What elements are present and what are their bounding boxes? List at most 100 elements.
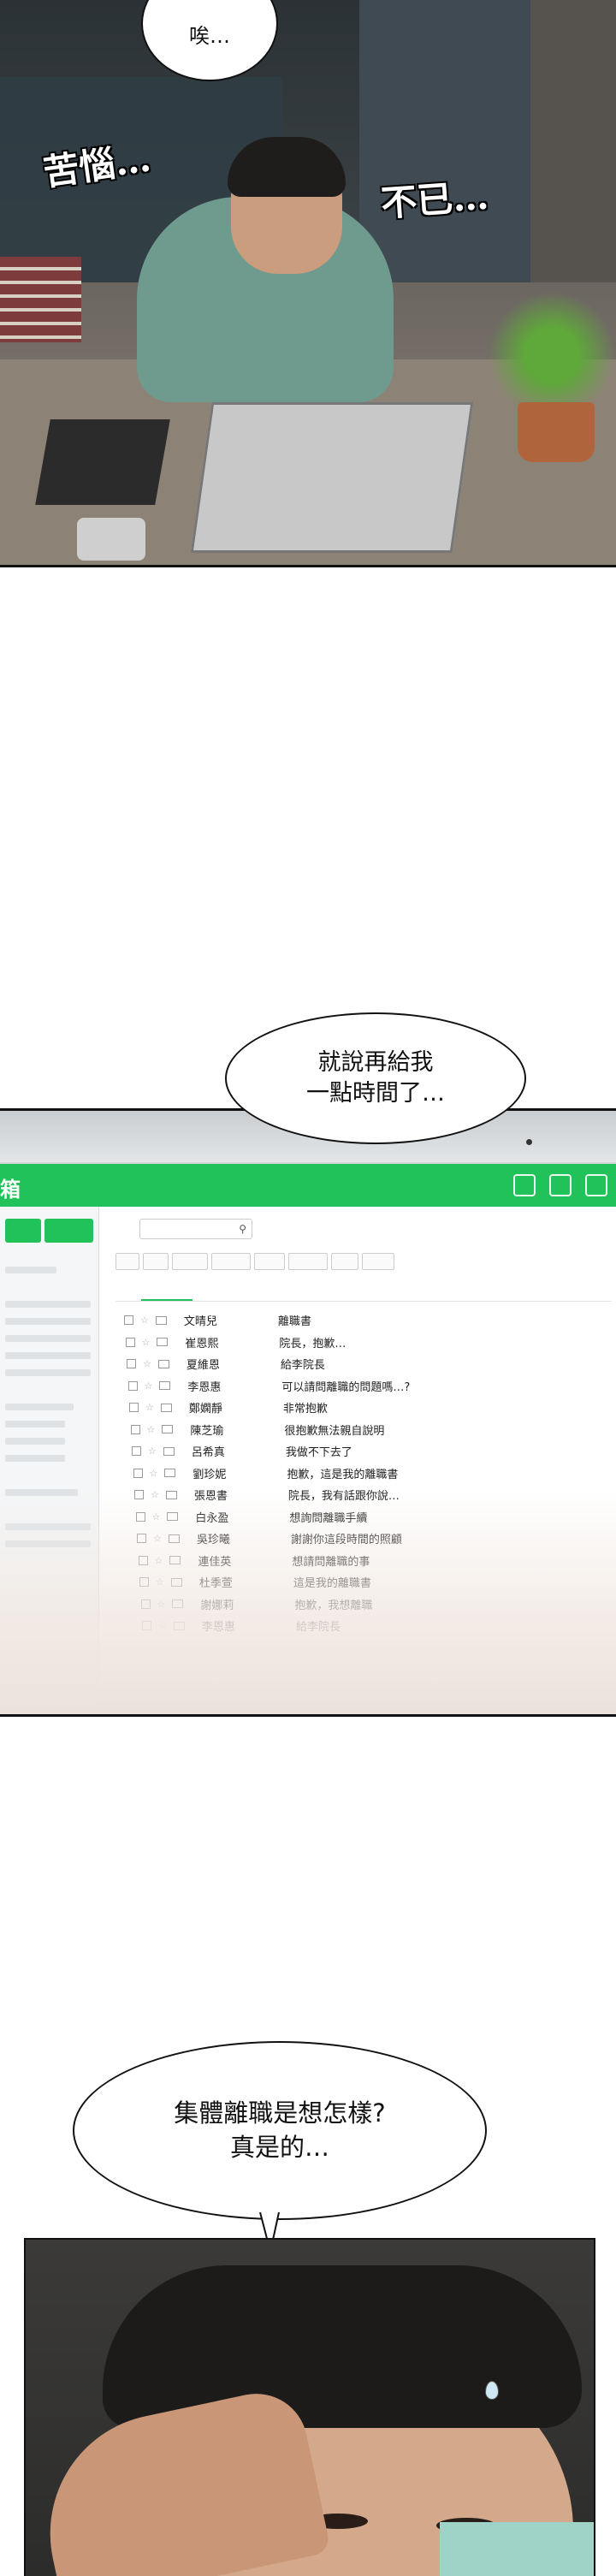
bed <box>359 0 556 308</box>
star-icon[interactable]: ☆ <box>142 1337 151 1348</box>
filter-chip[interactable] <box>172 1253 208 1270</box>
mail-sender: 崔恩熙 <box>185 1337 219 1350</box>
sidebar-row[interactable] <box>5 1352 91 1359</box>
tab-inbox-active[interactable] <box>141 1282 192 1301</box>
mail-row[interactable]: ☆ 文晴兒 離職書 <box>124 1309 603 1332</box>
sidebar-row[interactable] <box>5 1438 65 1445</box>
mail-subject[interactable]: 離職書 <box>278 1312 311 1328</box>
header-icons <box>513 1174 607 1196</box>
envelope-icon <box>162 1425 174 1434</box>
sidebar-row[interactable] <box>5 1335 91 1342</box>
mail-subject[interactable]: 抱歉，這是我的離職書 <box>287 1465 398 1481</box>
envelope-icon <box>157 1338 169 1347</box>
panel-3-closeup <box>24 2238 595 2576</box>
mail-header: 箱 <box>0 1164 616 1207</box>
sidebar-row[interactable] <box>5 1404 74 1410</box>
sidebar-row[interactable] <box>5 1318 91 1325</box>
filter-chip[interactable] <box>211 1253 251 1270</box>
mail-subject[interactable]: 院長，抱歉… <box>279 1334 346 1350</box>
sidebar-row[interactable] <box>5 1421 65 1427</box>
sigh-text: 唉… <box>189 24 230 49</box>
mail-sender: 夏維恩 <box>186 1359 220 1373</box>
mail-check-icon[interactable] <box>513 1174 536 1196</box>
row-checkbox[interactable] <box>130 1424 140 1434</box>
trash-icon[interactable] <box>549 1174 572 1196</box>
mail-subject[interactable]: 非常抱歉 <box>283 1399 328 1416</box>
row-checkbox[interactable] <box>132 1446 141 1457</box>
speech2-line2: 一點時間了… <box>306 1080 445 1107</box>
mail-subject[interactable]: 可以請問離職的問題嗎…? <box>281 1378 410 1394</box>
sweat-drop <box>485 2381 499 2400</box>
speech-bubble-group-resign: 集體離職是想怎樣? 真是的… <box>73 2041 487 2220</box>
star-icon[interactable]: ☆ <box>145 1402 154 1413</box>
filter-chip[interactable] <box>143 1253 169 1270</box>
speech-bubble-sigh: 唉… <box>141 0 278 81</box>
mail-sender: 鄭嫻靜 <box>188 1403 222 1416</box>
list-icon[interactable] <box>585 1174 607 1196</box>
mail-title: 箱 <box>0 1178 21 1202</box>
filter-chip[interactable] <box>288 1253 328 1270</box>
hand-on-forehead <box>27 2383 332 2576</box>
star-icon[interactable]: ☆ <box>143 1358 151 1369</box>
search-icon[interactable]: ⚲ <box>239 1223 246 1235</box>
star-icon[interactable]: ☆ <box>140 1315 149 1326</box>
sfx-endless: 不已… <box>379 175 490 225</box>
filter-chip[interactable] <box>254 1253 285 1270</box>
mail-row[interactable]: ☆ 鄭嫻靜 非常抱歉 <box>124 1397 603 1419</box>
star-icon[interactable]: ☆ <box>148 1445 157 1457</box>
mail-sender: 李恩惠 <box>187 1380 222 1394</box>
pen-holder <box>77 518 145 561</box>
laptop <box>190 402 474 553</box>
mail-subject[interactable]: 給李院長 <box>281 1356 325 1372</box>
star-icon[interactable]: ☆ <box>145 1380 153 1392</box>
mail-sender: 文晴兒 <box>183 1315 217 1329</box>
mail-row[interactable]: ☆ 呂希真 我做不下去了 <box>124 1440 603 1463</box>
row-checkbox[interactable] <box>127 1359 136 1369</box>
sidebar-row[interactable] <box>5 1301 91 1308</box>
row-checkbox[interactable] <box>133 1468 143 1478</box>
mail-toolbar: ⚲ <box>116 1219 612 1241</box>
envelope-icon <box>164 1469 176 1478</box>
man-hair-closeup <box>103 2265 582 2428</box>
mail-subject[interactable]: 我做不下去了 <box>286 1443 352 1459</box>
mail-tabs <box>116 1282 612 1302</box>
envelope-icon <box>159 1381 171 1391</box>
search-input[interactable]: ⚲ <box>139 1219 252 1239</box>
sidebar-row[interactable] <box>5 1455 65 1462</box>
star-icon[interactable]: ☆ <box>150 1468 158 1479</box>
mail-row[interactable]: ☆ 李恩惠 可以請問離職的問題嗎…? <box>124 1375 603 1398</box>
write-self-button[interactable] <box>44 1219 93 1243</box>
filter-chip[interactable] <box>362 1253 394 1270</box>
plant-leaves <box>488 291 616 419</box>
mail-row[interactable]: ☆ 陳芝瑜 很抱歉無法親自說明 <box>124 1419 603 1441</box>
mouse-pad <box>35 419 170 505</box>
envelope-icon <box>160 1403 172 1412</box>
screen-glare <box>0 1492 616 1714</box>
speech-bubble-more-time: 就說再給我 一點時間了… <box>225 1012 526 1144</box>
row-checkbox[interactable] <box>125 1337 135 1347</box>
sidebar-row[interactable] <box>5 1369 91 1376</box>
book-stack <box>0 257 81 342</box>
sidebar-row[interactable] <box>5 1267 56 1273</box>
compose-button[interactable] <box>5 1219 41 1243</box>
filter-chip[interactable] <box>116 1253 139 1270</box>
envelope-icon <box>163 1446 175 1456</box>
envelope-icon <box>157 1359 169 1368</box>
mail-sender: 呂希真 <box>191 1446 225 1460</box>
mail-subject[interactable]: 很抱歉無法親自說明 <box>284 1422 384 1438</box>
star-icon[interactable]: ☆ <box>147 1424 156 1435</box>
panel-1-office-night: 唉… 苦惱… 不已… <box>0 0 616 567</box>
panel-2-monitor: 箱 ⚲ ☆ 文晴兒 離職書 ☆ 崔恩熙 院長，抱歉… ☆ 夏維恩 給李院長 ☆ … <box>0 1108 616 1717</box>
shirt-collar <box>440 2522 594 2576</box>
row-checkbox[interactable] <box>127 1380 138 1391</box>
filter-chip[interactable] <box>331 1253 358 1270</box>
mail-row[interactable]: ☆ 夏維恩 給李院長 <box>124 1353 603 1375</box>
row-checkbox[interactable] <box>124 1315 133 1326</box>
man-hair <box>228 137 346 197</box>
envelope-icon <box>155 1315 167 1325</box>
row-checkbox[interactable] <box>129 1403 139 1413</box>
speech2-line1: 就說再給我 <box>317 1048 434 1076</box>
plant-pot <box>518 402 595 462</box>
mail-row[interactable]: ☆ 劉珍妮 抱歉，這是我的離職書 <box>124 1463 603 1485</box>
mail-row[interactable]: ☆ 崔恩熙 院長，抱歉… <box>124 1332 603 1354</box>
